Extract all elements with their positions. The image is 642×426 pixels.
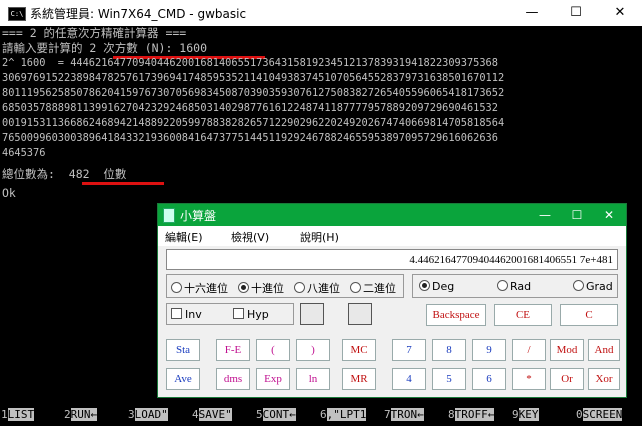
radio-rad[interactable]: Rad [497,280,531,293]
dms-button[interactable]: dms [216,368,250,390]
terminal-line-digits: 7650099603003896418433219360084164737751… [2,132,498,144]
red-underline [82,182,164,185]
minimize-button[interactable]: — [530,204,560,226]
radio-bin[interactable]: 二進位 [350,280,396,296]
calculator-title-bar[interactable]: 小算盤 — ☐ ✕ [158,204,626,226]
terminal-line-result: 2^ 1600 = 444621647709404462001681406551… [2,57,498,69]
title-bar[interactable]: C:\ 系統管理員: Win7X64_CMD - gwbasic — ☐ ✕ [0,0,642,27]
function-key[interactable]: 6,"LPT1 [320,408,367,421]
menu-view[interactable]: 檢視(V) [231,229,269,245]
minimize-button[interactable]: — [510,0,554,26]
mc-button[interactable]: MC [342,339,376,361]
angle-mode-group: Deg Rad Grad [412,274,618,298]
multiply-button[interactable]: * [512,368,546,390]
digit-5-button[interactable]: 5 [432,368,466,390]
divide-button[interactable]: / [512,339,546,361]
sta-button[interactable]: Sta [166,339,200,361]
ave-button[interactable]: Ave [166,368,200,390]
memory-indicator [300,303,324,325]
close-button[interactable]: ✕ [594,204,624,226]
mr-button[interactable]: MR [342,368,376,390]
ln-button[interactable]: ln [296,368,330,390]
parenthesis-indicator [348,303,372,325]
terminal-line-digits: 3069769152238984782576173969417485953521… [2,72,505,84]
digit-6-button[interactable]: 6 [472,368,506,390]
cmd-icon: C:\ [8,7,26,21]
function-key[interactable]: 2RUN← [64,408,98,421]
function-key[interactable]: 5CONT← [256,408,296,421]
function-key[interactable]: 1LIST [1,408,35,421]
inv-checkbox[interactable]: Inv [171,308,202,321]
radio-deg[interactable]: Deg [419,280,454,293]
digit-7-button[interactable]: 7 [392,339,426,361]
terminal-line-prompt: 請輸入要計算的 2 次方數 (N): 1600 [2,41,208,55]
function-key[interactable]: 9KEY [512,408,539,421]
clear-button[interactable]: C [560,304,618,326]
calculator-window: 小算盤 — ☐ ✕ 編輯(E) 檢視(V) 說明(H) 4.4462164770… [157,203,627,398]
calculator-menu-bar: 編輯(E) 檢視(V) 說明(H) [158,226,626,246]
digit-8-button[interactable]: 8 [432,339,466,361]
menu-edit[interactable]: 編輯(E) [165,229,203,245]
xor-button[interactable]: Xor [588,368,620,390]
function-key-bar: 1LIST 2RUN← 3LOAD" 4SAVE" 5CONT← 6,"LPT1… [0,406,642,426]
window-title: 系統管理員: Win7X64_CMD - gwbasic [30,7,247,21]
close-button[interactable]: ✕ [598,0,642,26]
exp-button[interactable]: Exp [256,368,290,390]
inv-hyp-group: Inv Hyp [166,303,294,325]
mod-button[interactable]: Mod [550,339,584,361]
menu-help[interactable]: 說明(H) [300,229,339,245]
maximize-button[interactable]: ☐ [554,0,598,26]
terminal-line-digits: 0019153113668624689421488922059978838282… [2,117,505,129]
clear-entry-button[interactable]: CE [494,304,552,326]
terminal-line-header: === 2 的任意次方精確計算器 === [2,26,187,40]
function-key[interactable]: 0SCREEN [576,408,623,421]
and-button[interactable]: And [588,339,620,361]
calculator-title: 小算盤 [180,209,217,223]
function-key[interactable]: 8TROFF← [448,408,495,421]
terminal-line-digits: 8011195625850786204159767307056983450870… [2,87,505,99]
function-key[interactable]: 7TRON← [384,408,424,421]
terminal-line-digits: 4645376 [2,147,46,159]
radio-dec[interactable]: 十進位 [238,280,284,296]
or-button[interactable]: Or [550,368,584,390]
digit-9-button[interactable]: 9 [472,339,506,361]
maximize-button[interactable]: ☐ [562,204,592,226]
fe-button[interactable]: F-E [216,339,250,361]
radio-grad[interactable]: Grad [573,280,613,293]
hyp-checkbox[interactable]: Hyp [233,308,269,321]
calculator-icon [163,208,175,223]
function-key[interactable]: 3LOAD" [128,408,168,421]
number-base-group: 十六進位 十進位 八進位 二進位 [166,274,404,298]
radio-oct[interactable]: 八進位 [294,280,340,296]
calculator-display: 4.44621647709404462001681406551 7e+481 [166,249,618,270]
terminal-line-digit-count: 總位數為: 482 位數 [2,167,127,181]
digit-4-button[interactable]: 4 [392,368,426,390]
terminal-line-ok: Ok [2,186,16,200]
function-key[interactable]: 4SAVE" [192,408,232,421]
close-paren-button[interactable]: ) [296,339,330,361]
open-paren-button[interactable]: ( [256,339,290,361]
terminal-line-digits: 6850357888981139916270423292468503140298… [2,102,498,114]
backspace-button[interactable]: Backspace [426,304,486,326]
radio-hex[interactable]: 十六進位 [171,280,228,296]
